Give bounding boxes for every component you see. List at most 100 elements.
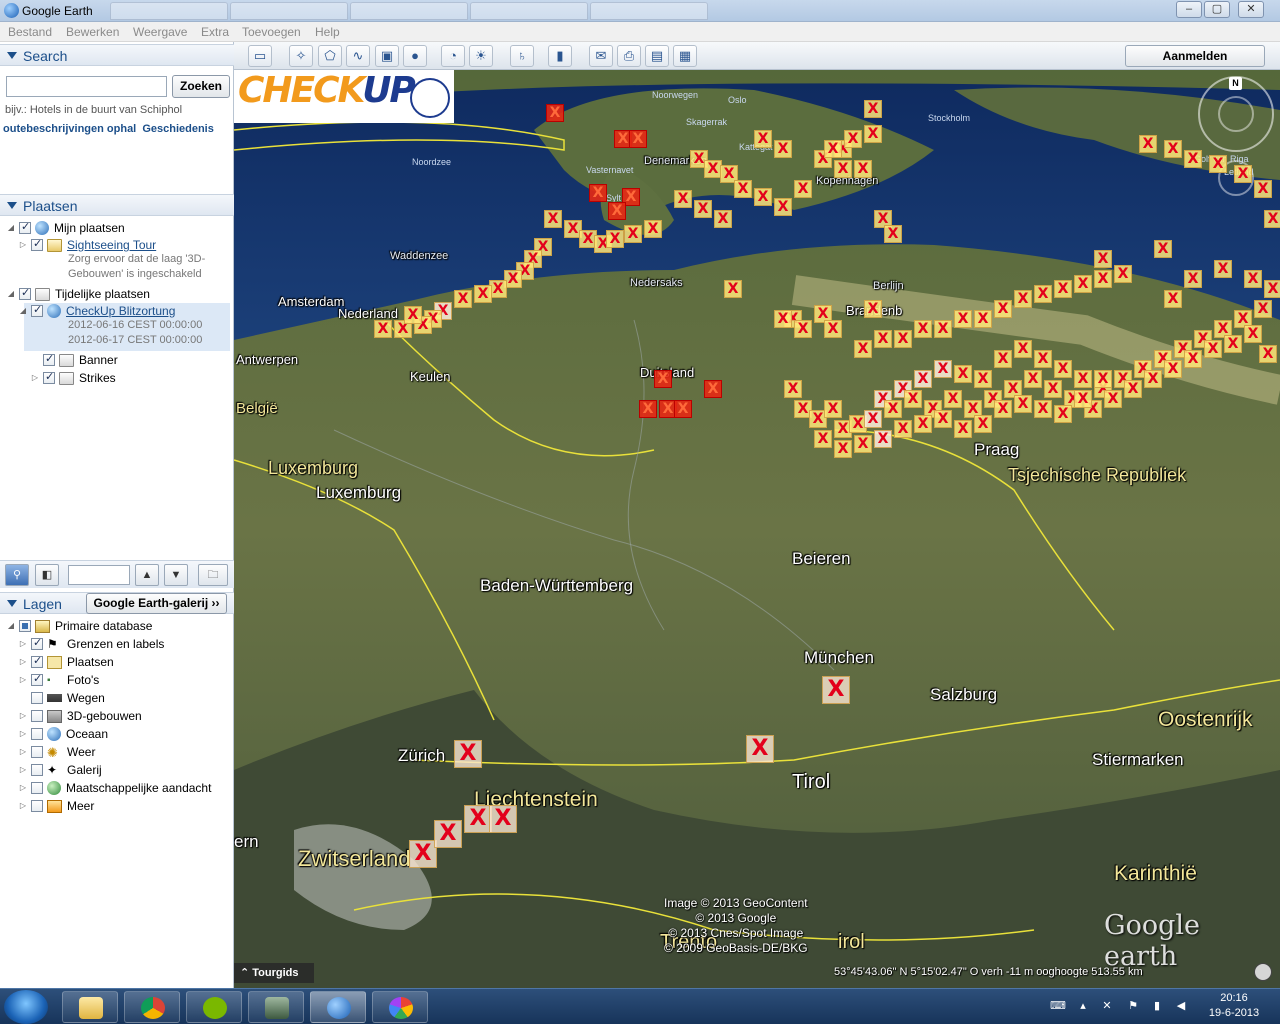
search-places-icon[interactable]: ⚲ [5,564,29,586]
checkbox[interactable] [31,800,43,812]
checkbox[interactable] [31,782,43,794]
picasa-taskbar-button[interactable] [372,991,428,1023]
checkbox[interactable] [31,728,43,740]
strike-marker[interactable]: X [944,390,962,408]
sunlight-icon[interactable]: ☀ [469,45,493,67]
strike-marker[interactable]: X [674,190,692,208]
checkbox[interactable] [43,352,55,366]
strike-marker[interactable]: X [974,310,992,328]
strike-marker[interactable]: X [854,160,872,178]
strike-marker[interactable]: X [714,210,732,228]
strike-marker[interactable]: X [1224,335,1242,353]
strike-marker[interactable]: X [1214,260,1232,278]
north-indicator-icon[interactable]: N [1229,77,1242,90]
strike-marker[interactable]: X [894,420,912,438]
strike-marker[interactable]: X [774,310,792,328]
path-icon[interactable]: ∿ [346,45,370,67]
checkbox[interactable] [31,672,43,686]
search-button[interactable]: Zoeken [172,75,230,98]
strike-marker[interactable]: X [639,400,657,418]
strike-marker[interactable]: X [904,390,922,408]
strike-marker[interactable]: X [1244,270,1262,288]
strike-marker[interactable]: X [954,310,972,328]
strike-marker[interactable]: X [834,160,852,178]
strike-marker[interactable]: X [914,370,932,388]
layer-more[interactable]: ▷ Meer [18,797,94,815]
strike-marker[interactable]: X [874,330,892,348]
strike-marker[interactable]: X [822,676,850,704]
strike-marker[interactable]: X [824,400,842,418]
strike-marker[interactable]: X [464,805,492,833]
historical-imagery-icon[interactable]: ◔ [441,45,465,67]
network-icon[interactable]: ✕ [1100,999,1114,1013]
strike-marker[interactable]: X [404,306,422,324]
minimize-button[interactable]: – [1176,1,1202,18]
strike-marker[interactable]: X [1244,325,1262,343]
strike-marker[interactable]: X [914,415,932,433]
strike-marker[interactable]: X [934,410,952,428]
keyboard-icon[interactable]: ⌨ [1050,999,1066,1013]
volume-icon[interactable]: ◀ [1174,999,1188,1013]
menu-bewerken[interactable]: Bewerken [66,25,119,39]
checkbox[interactable] [31,692,43,704]
panel-view-icon[interactable]: ◧ [35,564,59,586]
layer-borders-labels[interactable]: ▷ ⚑ Grenzen en labels [18,635,164,653]
strike-marker[interactable]: X [544,210,562,228]
email-icon[interactable]: ✉ [589,45,613,67]
start-button[interactable] [4,990,48,1024]
layer-roads[interactable]: Wegen [18,689,105,707]
strike-marker[interactable]: X [1104,390,1122,408]
strike-marker[interactable]: X [774,140,792,158]
strike-marker[interactable]: X [1074,370,1092,388]
earth-gallery-button[interactable]: Google Earth-galerij ›› [86,593,227,614]
signin-button[interactable]: Aanmelden [1125,45,1265,67]
strike-marker[interactable]: X [1184,150,1202,168]
layer-ocean[interactable]: ▷ Oceaan [18,725,108,743]
layer-places[interactable]: ▷ Plaatsen [18,653,114,671]
strike-marker[interactable]: X [824,320,842,338]
strike-marker[interactable]: X [1164,360,1182,378]
strike-marker[interactable]: X [1014,340,1032,358]
view-in-maps-icon[interactable]: ▦ [673,45,697,67]
strike-marker[interactable]: X [1074,275,1092,293]
strike-marker[interactable]: X [1034,400,1052,418]
strike-marker[interactable]: X [1034,350,1052,368]
strike-marker[interactable]: X [454,290,472,308]
route-link[interactable]: outebeschrijvingen ophal [3,123,136,135]
menu-toevoegen[interactable]: Toevoegen [242,25,301,39]
strike-marker[interactable]: X [1234,165,1252,183]
strike-marker[interactable]: X [474,285,492,303]
checkbox[interactable] [19,220,31,234]
strike-marker[interactable]: X [1144,370,1162,388]
strike-marker[interactable]: X [814,430,832,448]
strike-marker[interactable]: X [954,420,972,438]
strike-marker[interactable]: X [1264,280,1280,298]
strike-marker[interactable]: X [844,130,862,148]
strike-marker[interactable]: X [794,320,812,338]
strike-marker[interactable]: X [894,330,912,348]
strike-marker[interactable]: X [1254,300,1272,318]
checkbox[interactable] [31,636,43,650]
spotify-taskbar-button[interactable] [186,991,242,1023]
menu-bestand[interactable]: Bestand [8,25,52,39]
menu-weergave[interactable]: Weergave [133,25,187,39]
strike-marker[interactable]: X [1094,250,1112,268]
strike-marker[interactable]: X [694,200,712,218]
strike-marker[interactable]: X [1014,290,1032,308]
strike-marker[interactable]: X [1044,380,1062,398]
strike-marker[interactable]: X [954,365,972,383]
layer-primary-database[interactable]: ◢ Primaire database [6,617,152,635]
checkbox[interactable] [31,710,43,722]
strike-marker[interactable]: X [489,805,517,833]
polygon-icon[interactable]: ⬠ [318,45,342,67]
strike-marker[interactable]: X [1259,345,1277,363]
strike-marker[interactable]: X [834,440,852,458]
strike-marker[interactable]: X [884,225,902,243]
strike-marker[interactable]: X [774,198,792,216]
strike-marker[interactable]: X [824,140,842,158]
strike-marker[interactable]: X [724,280,742,298]
menu-extra[interactable]: Extra [201,25,229,39]
strike-marker[interactable]: X [1264,210,1280,228]
tray-arrow-icon[interactable]: ▴ [1076,999,1090,1013]
sightseeing-tour-link[interactable]: Sightseeing Tour [67,238,156,252]
